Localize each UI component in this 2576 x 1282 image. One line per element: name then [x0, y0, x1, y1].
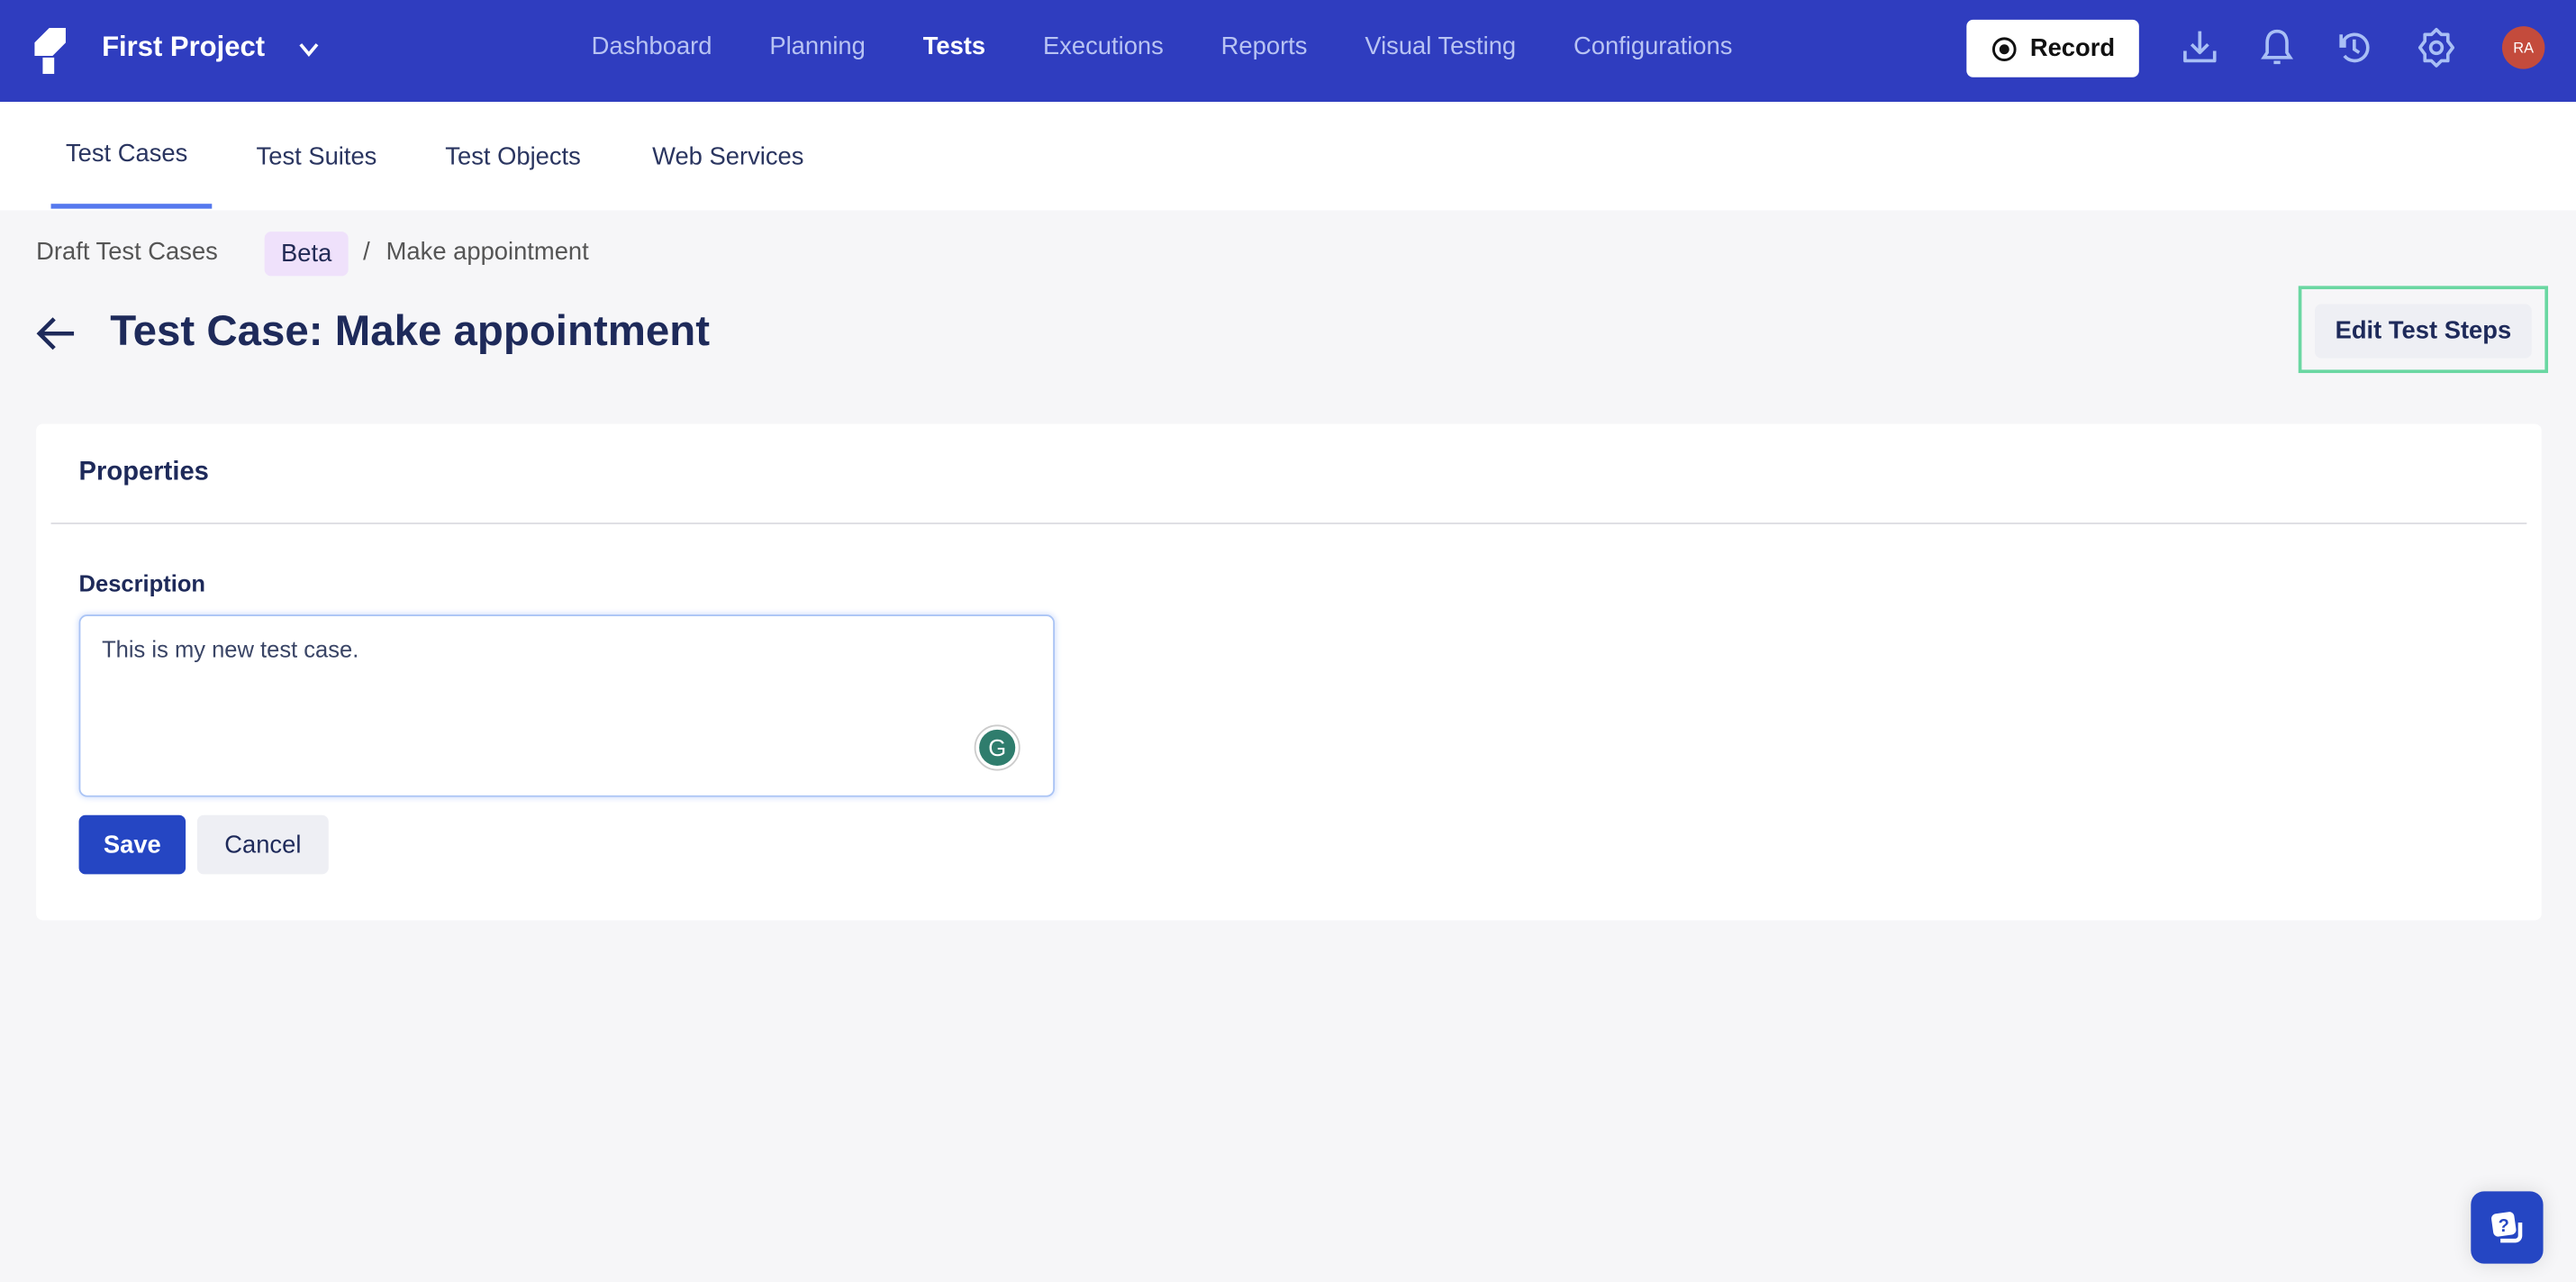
sub-nav: Test Cases Test Suites Test Objects Web …	[0, 102, 2576, 211]
avatar[interactable]: RA	[2501, 26, 2545, 69]
description-textarea[interactable]: This is my new test case.	[78, 614, 1056, 797]
grammarly-icon[interactable]: G	[974, 724, 1020, 771]
back-arrow-icon[interactable]	[34, 314, 77, 353]
nav-planning[interactable]: Planning	[769, 32, 866, 60]
record-label: Record	[2029, 34, 2116, 63]
nav-configurations[interactable]: Configurations	[1574, 32, 1732, 60]
record-button[interactable]: Record	[1966, 19, 2139, 77]
logo-icon[interactable]	[34, 28, 67, 75]
top-bar: First Project Dashboard Planning Tests E…	[0, 0, 2576, 103]
breadcrumb-separator: /	[363, 238, 370, 267]
history-icon[interactable]	[2333, 26, 2375, 68]
help-button[interactable]: ?	[2471, 1191, 2544, 1264]
svg-text:?: ?	[2499, 1216, 2509, 1236]
tab-test-suites[interactable]: Test Suites	[257, 143, 377, 171]
main-nav: Dashboard Planning Tests Executions Repo…	[592, 32, 1791, 60]
highlight-box: Edit Test Steps	[2298, 286, 2549, 374]
properties-heading: Properties	[78, 458, 209, 486]
record-icon	[1991, 36, 2016, 61]
help-icon: ?	[2491, 1212, 2523, 1243]
active-tab-indicator	[50, 204, 213, 209]
tab-test-objects[interactable]: Test Objects	[445, 143, 581, 171]
tab-web-services[interactable]: Web Services	[652, 143, 803, 171]
gear-icon[interactable]	[2415, 26, 2457, 68]
project-name[interactable]: First Project	[102, 32, 265, 64]
nav-reports[interactable]: Reports	[1221, 32, 1308, 60]
properties-card: Properties Description This is my new te…	[36, 423, 2542, 921]
save-button[interactable]: Save	[78, 814, 186, 875]
nav-executions[interactable]: Executions	[1043, 32, 1164, 60]
divider	[50, 523, 2527, 524]
cancel-button[interactable]: Cancel	[196, 814, 329, 875]
nav-visual-testing[interactable]: Visual Testing	[1365, 32, 1516, 60]
nav-dashboard[interactable]: Dashboard	[592, 32, 712, 60]
tab-test-cases[interactable]: Test Cases	[66, 140, 187, 168]
edit-test-steps-button[interactable]: Edit Test Steps	[2315, 304, 2532, 359]
description-label: Description	[78, 569, 206, 597]
breadcrumb-root[interactable]: Draft Test Cases	[36, 238, 218, 266]
app: First Project Dashboard Planning Tests E…	[0, 0, 2576, 1282]
breadcrumb-current: Make appointment	[385, 238, 589, 267]
download-icon[interactable]	[2179, 26, 2221, 68]
chevron-down-icon[interactable]	[297, 32, 321, 65]
nav-tests[interactable]: Tests	[923, 32, 985, 60]
page-title: Test Case: Make appointment	[110, 305, 711, 355]
beta-badge: Beta	[264, 232, 349, 277]
bell-icon[interactable]	[2255, 26, 2298, 68]
